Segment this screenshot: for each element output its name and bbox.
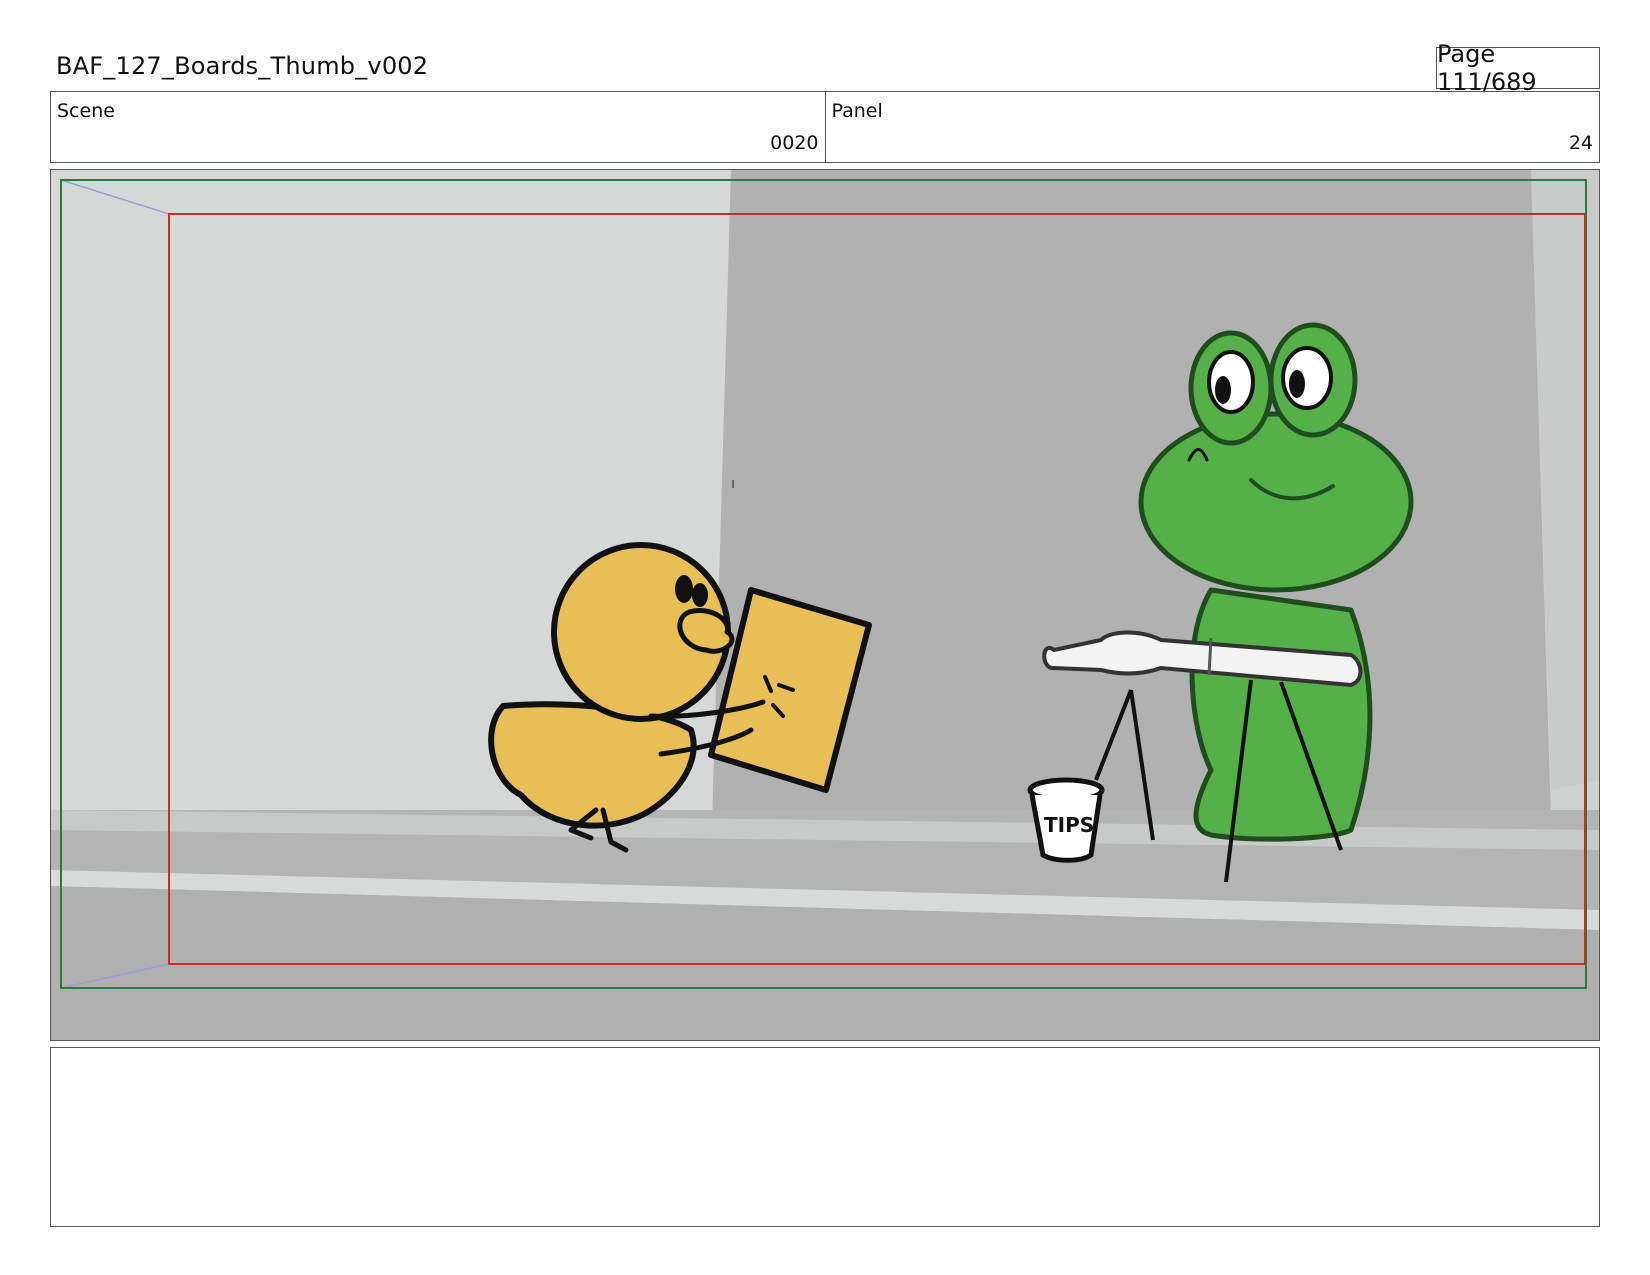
scene-cell: Scene 0020: [51, 92, 825, 162]
scene-label: Scene: [57, 100, 115, 122]
info-row: Scene 0020 Panel 24: [50, 91, 1600, 163]
tip-cup: TIPS: [1027, 777, 1105, 863]
cup-label: TIPS: [1044, 813, 1094, 837]
panel-cell: Panel 24: [824, 92, 1600, 162]
page-number: Page 111/689: [1436, 40, 1600, 96]
notes-box: [50, 1047, 1600, 1227]
panel-label: Panel: [831, 100, 883, 122]
storyboard-drawing: TIPS: [51, 170, 1599, 1040]
panel-value: 24: [1568, 132, 1593, 154]
document-title: BAF_127_Boards_Thumb_v002: [56, 52, 429, 80]
scene-value: 0020: [770, 132, 819, 154]
storyboard-frame: TIPS: [50, 169, 1600, 1041]
